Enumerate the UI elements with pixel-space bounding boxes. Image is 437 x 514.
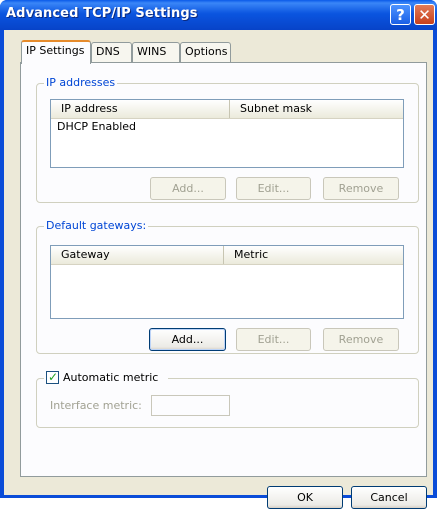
column-header-metric[interactable]: Metric: [223, 246, 403, 264]
default-gateways-group: Default gateways: Gateway Metric Add... …: [36, 219, 419, 354]
gateway-remove-button[interactable]: Remove: [323, 328, 399, 351]
ip-add-button[interactable]: Add...: [150, 177, 226, 200]
metric-group: ✓ Automatic metric Interface metric:: [36, 370, 419, 428]
column-header-subnet-mask[interactable]: Subnet mask: [229, 100, 403, 118]
close-icon: ✕: [418, 5, 431, 24]
checkmark-icon: ✓: [48, 370, 59, 384]
ip-addresses-legend: IP addresses: [44, 76, 118, 89]
automatic-metric-control[interactable]: ✓ Automatic metric: [44, 370, 168, 386]
automatic-metric-label: Automatic metric: [63, 371, 159, 384]
gateway-list-header: Gateway Metric: [51, 246, 403, 265]
tab-options[interactable]: Options: [180, 42, 231, 62]
ip-settings-panel: IP addresses IP address Subnet mask DHCP…: [20, 62, 427, 477]
ok-button[interactable]: OK: [267, 486, 343, 509]
tab-dns[interactable]: DNS: [91, 42, 132, 62]
interface-metric-label: Interface metric:: [50, 399, 142, 412]
ip-edit-button[interactable]: Edit...: [236, 177, 311, 200]
help-button[interactable]: ?: [390, 4, 411, 25]
list-item[interactable]: DHCP Enabled: [57, 120, 136, 133]
column-header-ip-address[interactable]: IP address: [51, 100, 229, 118]
ip-address-list[interactable]: IP address Subnet mask DHCP Enabled: [50, 99, 404, 168]
tab-label: WINS: [137, 45, 167, 58]
automatic-metric-checkbox[interactable]: ✓: [46, 370, 59, 384]
gateway-add-button[interactable]: Add...: [149, 328, 226, 351]
title-bar[interactable]: Advanced TCP/IP Settings ? ✕: [0, 0, 437, 30]
gateway-edit-button[interactable]: Edit...: [236, 328, 311, 351]
tab-label: Options: [185, 45, 228, 58]
ip-remove-button[interactable]: Remove: [323, 177, 399, 200]
tab-wins[interactable]: WINS: [132, 42, 180, 62]
window-title: Advanced TCP/IP Settings: [6, 6, 198, 21]
tab-label: DNS: [96, 45, 120, 58]
column-header-gateway[interactable]: Gateway: [51, 246, 223, 264]
tab-label: IP Settings: [26, 44, 85, 57]
cancel-button[interactable]: Cancel: [351, 486, 427, 509]
ip-list-header: IP address Subnet mask: [51, 100, 403, 119]
close-button[interactable]: ✕: [414, 4, 435, 25]
tab-ip-settings[interactable]: IP Settings: [21, 40, 91, 64]
dialog-client-area: IP Settings DNS WINS Options IP addresse…: [4, 30, 433, 509]
dialog-window: Advanced TCP/IP Settings ? ✕ IP Settings…: [0, 0, 437, 509]
gateway-list[interactable]: Gateway Metric: [50, 245, 404, 319]
default-gateways-legend: Default gateways:: [44, 219, 149, 232]
ip-addresses-group: IP addresses IP address Subnet mask DHCP…: [36, 76, 419, 203]
help-icon: ?: [396, 5, 405, 24]
interface-metric-input[interactable]: [151, 395, 230, 416]
